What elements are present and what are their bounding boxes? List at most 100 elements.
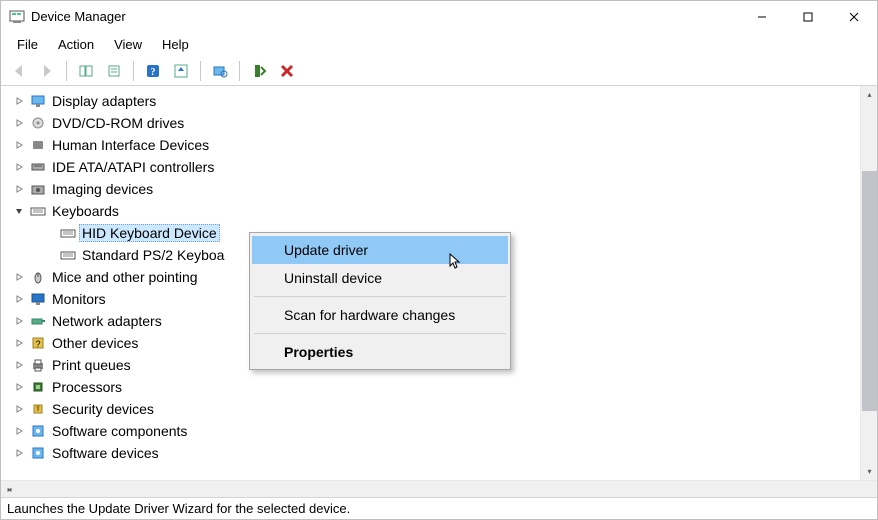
- hid-icon: [30, 137, 46, 153]
- window-title: Device Manager: [31, 9, 126, 24]
- software-icon: [30, 423, 46, 439]
- tree-node[interactable]: Security devices: [11, 398, 860, 420]
- tree-node-label: Keyboards: [49, 203, 122, 219]
- menu-file[interactable]: File: [7, 34, 48, 55]
- keyboard-icon: [60, 225, 76, 241]
- update-driver-button[interactable]: [169, 59, 193, 83]
- tree-node[interactable]: Imaging devices: [11, 178, 860, 200]
- expand-toggle[interactable]: [11, 313, 27, 329]
- expand-toggle[interactable]: [11, 269, 27, 285]
- tree-node-label: Software components: [49, 423, 190, 439]
- tree-node[interactable]: Display adapters: [11, 90, 860, 112]
- tree-node-label: Other devices: [49, 335, 141, 351]
- horizontal-scrollbar[interactable]: ◂ ▸: [1, 480, 877, 497]
- help-button[interactable]: ?: [141, 59, 165, 83]
- tree-node-label: Software devices: [49, 445, 162, 461]
- camera-icon: [30, 181, 46, 197]
- context-menu: Update driver Uninstall device Scan for …: [249, 232, 511, 370]
- expand-toggle[interactable]: [11, 115, 27, 131]
- cpu-icon: [30, 379, 46, 395]
- status-text: Launches the Update Driver Wizard for th…: [7, 501, 350, 516]
- ide-icon: [30, 159, 46, 175]
- show-hide-tree-button[interactable]: [74, 59, 98, 83]
- menubar: File Action View Help: [1, 32, 877, 57]
- minimize-button[interactable]: [739, 1, 785, 32]
- security-icon: [30, 401, 46, 417]
- expand-toggle[interactable]: [11, 379, 27, 395]
- scroll-right-arrow[interactable]: ▸: [1, 481, 18, 498]
- expand-toggle[interactable]: [11, 445, 27, 461]
- tree-node-label: IDE ATA/ATAPI controllers: [49, 159, 217, 175]
- expand-toggle[interactable]: [11, 401, 27, 417]
- other-icon: ?: [30, 335, 46, 351]
- toolbar: ?: [1, 57, 877, 85]
- forward-button: [35, 59, 59, 83]
- expand-toggle[interactable]: [11, 291, 27, 307]
- collapse-toggle[interactable]: [11, 203, 27, 219]
- tree-node-label: Display adapters: [49, 93, 159, 109]
- tree-node-label: Human Interface Devices: [49, 137, 212, 153]
- menu-properties[interactable]: Properties: [252, 338, 508, 366]
- menu-separator: [254, 296, 506, 297]
- expand-toggle[interactable]: [11, 137, 27, 153]
- app-icon: [9, 9, 25, 25]
- svg-text:?: ?: [151, 67, 156, 78]
- uninstall-button[interactable]: [247, 59, 271, 83]
- back-button: [7, 59, 31, 83]
- disc-icon: [30, 115, 46, 131]
- menu-separator: [254, 333, 506, 334]
- properties-toolbar-button[interactable]: [102, 59, 126, 83]
- expand-toggle[interactable]: [11, 335, 27, 351]
- tree-node-label: Mice and other pointing: [49, 269, 201, 285]
- mouse-icon: [30, 269, 46, 285]
- maximize-button[interactable]: [785, 1, 831, 32]
- keyboard-icon: [60, 247, 76, 263]
- tree-node[interactable]: Human Interface Devices: [11, 134, 860, 156]
- expand-toggle[interactable]: [11, 181, 27, 197]
- scroll-thumb[interactable]: [862, 171, 877, 411]
- tree-node-label: Monitors: [49, 291, 109, 307]
- monitor-icon: [30, 93, 46, 109]
- device-manager-window: Device Manager File Action View Help: [0, 0, 878, 520]
- tree-node-label: Processors: [49, 379, 125, 395]
- expand-toggle[interactable]: [11, 423, 27, 439]
- keyboard-icon: [30, 203, 46, 219]
- content-pane: Display adapters DVD/CD-ROM drives Human I…: [1, 85, 877, 480]
- menu-scan-hardware[interactable]: Scan for hardware changes: [252, 301, 508, 329]
- tree-node[interactable]: Keyboards: [11, 200, 860, 222]
- close-button[interactable]: [831, 1, 877, 32]
- menu-update-driver[interactable]: Update driver: [252, 236, 508, 264]
- menu-uninstall-device[interactable]: Uninstall device: [252, 264, 508, 292]
- tree-node[interactable]: DVD/CD-ROM drives: [11, 112, 860, 134]
- menu-action[interactable]: Action: [48, 34, 104, 55]
- software-icon: [30, 445, 46, 461]
- tree-node-label: Security devices: [49, 401, 157, 417]
- titlebar: Device Manager: [1, 1, 877, 32]
- svg-text:?: ?: [35, 339, 40, 349]
- vertical-scrollbar[interactable]: ▴ ▾: [860, 86, 877, 480]
- tree-node[interactable]: IDE ATA/ATAPI controllers: [11, 156, 860, 178]
- tree-node[interactable]: Software components: [11, 420, 860, 442]
- disable-device-button[interactable]: [275, 59, 299, 83]
- tree-node[interactable]: Software devices: [11, 442, 860, 464]
- tree-node-label: Print queues: [49, 357, 134, 373]
- scan-hardware-button[interactable]: [208, 59, 232, 83]
- status-bar: Launches the Update Driver Wizard for th…: [1, 497, 877, 519]
- scroll-down-arrow[interactable]: ▾: [861, 463, 878, 480]
- tree-node-label: Imaging devices: [49, 181, 156, 197]
- tree-node[interactable]: Processors: [11, 376, 860, 398]
- monitor2-icon: [30, 291, 46, 307]
- scroll-up-arrow[interactable]: ▴: [861, 86, 878, 103]
- tree-node-label: Standard PS/2 Keyboa: [79, 247, 227, 263]
- tree-node-label: DVD/CD-ROM drives: [49, 115, 187, 131]
- device-tree[interactable]: Display adapters DVD/CD-ROM drives Human I…: [1, 86, 860, 480]
- menu-help[interactable]: Help: [152, 34, 199, 55]
- expand-toggle[interactable]: [11, 93, 27, 109]
- tree-node-label: HID Keyboard Device: [79, 224, 220, 242]
- network-icon: [30, 313, 46, 329]
- menu-view[interactable]: View: [104, 34, 152, 55]
- cursor-icon: [449, 253, 463, 271]
- expand-toggle[interactable]: [11, 357, 27, 373]
- expand-toggle[interactable]: [11, 159, 27, 175]
- tree-node-label: Network adapters: [49, 313, 165, 329]
